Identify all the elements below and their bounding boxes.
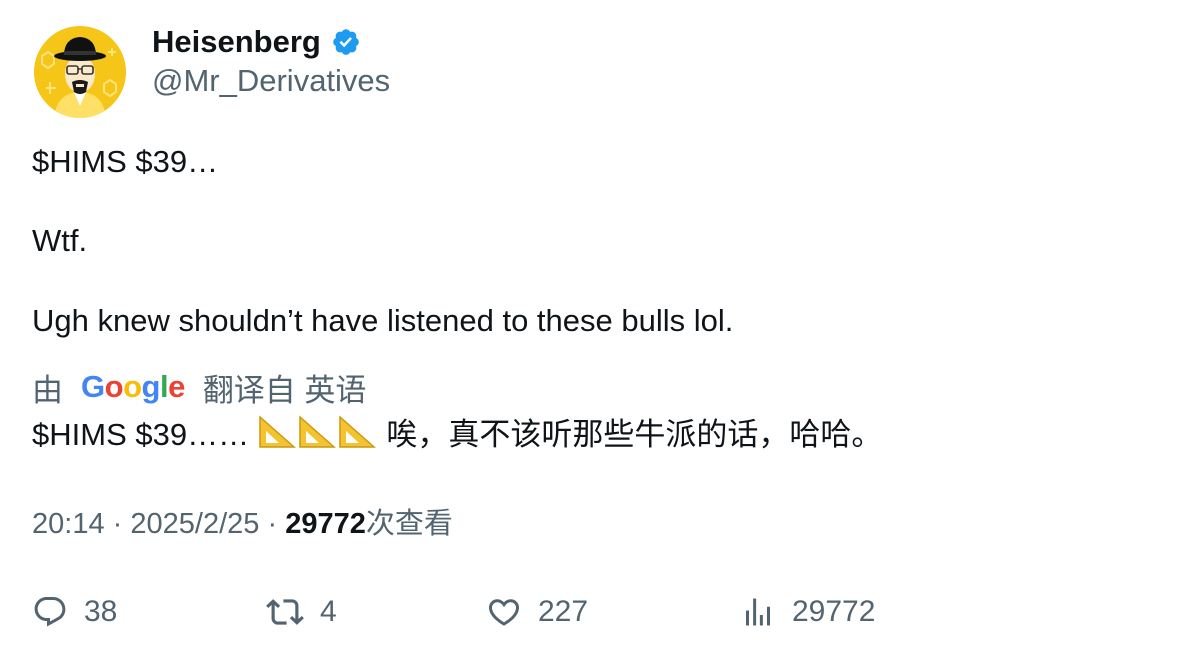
display-name[interactable]: Heisenberg xyxy=(152,22,361,62)
translated-text: $HIMS $39…… 唉，真不该听那些牛派的话，哈哈。 xyxy=(32,415,882,459)
display-name-text: Heisenberg xyxy=(152,24,321,59)
bar-chart-icon xyxy=(746,598,770,626)
tweet-text-line-2: Wtf. xyxy=(32,223,88,258)
retweet-count: 4 xyxy=(320,595,337,628)
views-button[interactable]: 29772 xyxy=(740,590,875,634)
reply-count: 38 xyxy=(84,595,118,628)
verified-badge-icon xyxy=(331,27,361,57)
meta-separator: · xyxy=(267,508,278,540)
tweet-date[interactable]: 2025/2/25 xyxy=(130,508,259,540)
translation-attribution[interactable]: 由 Google 翻译自 英语 xyxy=(32,367,367,408)
translated-text-after: 唉，真不该听那些牛派的话，哈哈。 xyxy=(386,417,883,452)
triangular-ruler-emoji-icons xyxy=(258,415,378,459)
author-handle[interactable]: @Mr_Derivatives xyxy=(152,61,390,101)
tweet-text-line-1: $HIMS $39… xyxy=(32,144,219,179)
reply-icon xyxy=(34,597,66,627)
views-count: 29772 xyxy=(285,508,366,540)
views-label: 次查看 xyxy=(365,508,453,540)
translation-suffix: 翻译自 英语 xyxy=(202,372,367,408)
retweet-button[interactable]: 4 xyxy=(266,590,337,634)
like-button[interactable]: 227 xyxy=(486,590,588,634)
avatar[interactable] xyxy=(34,26,126,118)
google-logo: Google xyxy=(81,369,185,404)
views-action-count: 29772 xyxy=(792,595,876,628)
heart-icon xyxy=(488,599,520,626)
reply-button[interactable]: 38 xyxy=(32,590,117,634)
tweet-card: Heisenberg @Mr_Derivatives $HIMS $39… Wt… xyxy=(0,0,1196,658)
meta-separator: · xyxy=(112,508,123,540)
heisenberg-avatar-icon xyxy=(34,26,126,118)
translation-prefix: 由 xyxy=(32,372,63,408)
translated-text-before: $HIMS $39…… xyxy=(32,417,250,452)
tweet-meta: 20:14 · 2025/2/25 · 29772次查看 xyxy=(32,504,453,544)
retweet-icon xyxy=(266,599,304,625)
tweet-text-line-3: Ugh knew shouldn’t have listened to thes… xyxy=(32,303,734,338)
like-count: 227 xyxy=(538,595,589,628)
tweet-time[interactable]: 20:14 xyxy=(32,508,105,540)
